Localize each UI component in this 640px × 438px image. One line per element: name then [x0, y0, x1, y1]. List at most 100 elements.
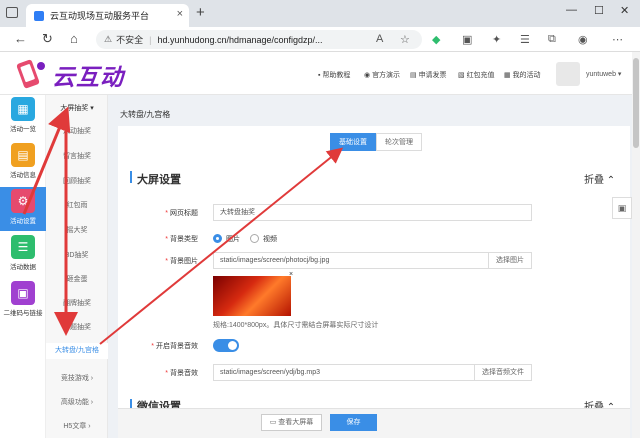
minimize-icon[interactable]: — [566, 4, 577, 16]
page-scrollbar[interactable] [632, 52, 640, 438]
new-tab-icon[interactable]: + [196, 4, 205, 21]
document-icon: ▤ [11, 143, 35, 167]
submenu-item-advanced[interactable]: 高级功能 › [46, 397, 108, 407]
url-bar[interactable]: ⚠ 不安全 | hd.yunhudong.cn/hdmanage/configd… [96, 30, 422, 49]
sub-menu: 大屏抽奖 ▾ 滚动抽奖 留言抽奖 回顾抽奖 红包雨 摇大奖 3D抽奖 砸金蛋 翻… [46, 95, 108, 438]
submenu-item[interactable]: 红包雨 [46, 200, 108, 210]
database-icon: ☰ [11, 235, 35, 259]
submenu-item[interactable]: 回顾抽奖 [46, 176, 108, 186]
favicon-icon [34, 10, 44, 21]
sidebar-label: 活动信息 [10, 172, 36, 179]
favorites-icon[interactable]: ☰ [520, 33, 530, 46]
radio-video-label[interactable]: 视频 [263, 234, 277, 244]
shield-extension-icon[interactable]: ◆ [432, 33, 440, 46]
bg-image-path-input[interactable]: static/images/screen/photocj/bg.jpg [213, 252, 489, 269]
music-toggle-switch[interactable] [213, 339, 239, 352]
image-size-hint: 规格:1400*800px。具体尺寸需结合屏幕实际尺寸设计 [213, 322, 379, 329]
browser-tab[interactable]: 云互动现场互动服务平台 × [26, 4, 189, 27]
address-toolbar: ← ↻ ⌂ ⚠ 不安全 | hd.yunhudong.cn/hdmanage/c… [0, 27, 640, 52]
page-title-input[interactable]: 大转盘抽奖 [213, 204, 532, 221]
breadcrumb: 大转盘/九宫格 [120, 110, 171, 119]
side-qrcode-icon[interactable]: ▣ [612, 197, 632, 219]
bg-image-preview [213, 276, 291, 316]
sidebar-item-activity-info[interactable]: ▤ 活动信息 [0, 141, 46, 185]
grid-icon: ▦ [11, 97, 35, 121]
chevron-up-icon: ⌃ [606, 175, 616, 186]
reload-icon[interactable]: ↻ [42, 31, 53, 47]
scrollbar-thumb[interactable] [633, 58, 639, 148]
settings-panel [118, 126, 630, 438]
tab-title: 云互动现场互动服务平台 [50, 11, 150, 21]
submenu-item[interactable]: 砸金蛋 [46, 274, 108, 284]
radio-image[interactable] [213, 234, 222, 243]
bg-type-label: * 背景类型 [165, 236, 198, 243]
puzzle-icon[interactable]: ✦ [492, 33, 501, 46]
sidebar-label: 二维码与链接 [3, 310, 43, 317]
close-tab-icon[interactable]: × [177, 8, 183, 20]
save-button[interactable]: 保存 [330, 414, 377, 431]
nav-recharge[interactable]: ▧ 红包充值 [458, 70, 495, 80]
tab-round-management[interactable]: 轮次管理 [376, 133, 422, 151]
submenu-item-h5-article[interactable]: H5文章 › [46, 421, 108, 431]
profile-icon[interactable]: ◉ [578, 33, 588, 46]
browser-tab-bar: 云互动现场互动服务平台 × + — ☐ ✕ [0, 0, 640, 27]
choose-audio-button[interactable]: 选择音频文件 [474, 364, 532, 381]
avatar[interactable] [556, 62, 580, 86]
sidebar-label: 活动一览 [10, 126, 36, 133]
url-separator: | [149, 34, 152, 45]
nav-demo[interactable]: ◉ 官方演示 [364, 70, 400, 80]
more-menu-icon[interactable]: ⋯ [612, 33, 623, 46]
submenu-group-big-screen-lottery[interactable]: 大屏抽奖 ▾ [46, 103, 108, 113]
submenu-item-wheel-grid[interactable]: 大转盘/九宫格 [46, 343, 108, 359]
close-window-icon[interactable]: ✕ [620, 4, 629, 17]
sidebar-item-qrcode[interactable]: ▣ 二维码与链接 [0, 279, 46, 323]
settings-tabs: 基础设置 轮次管理 [330, 133, 422, 151]
bg-image-label: * 背景图片 [165, 258, 198, 265]
nav-my-activities[interactable]: ▦ 我的活动 [504, 70, 541, 80]
collections-icon[interactable]: ⧉ [548, 33, 556, 46]
music-path-input[interactable]: static/images/screen/ydj/bg.mp3 [213, 364, 475, 381]
choose-image-button[interactable]: 选择图片 [488, 252, 532, 269]
not-secure-label: 不安全 [116, 35, 144, 45]
radio-video[interactable] [250, 234, 259, 243]
tab-actions-icon[interactable] [6, 7, 18, 18]
sidebar-label: 活动数据 [10, 264, 36, 271]
music-toggle-label: * 开启背景音效 [151, 343, 198, 350]
submenu-item[interactable]: 滚动抽奖 [46, 126, 108, 136]
username[interactable]: yuntuweb ▾ [586, 70, 621, 78]
qrcode-icon: ▣ [11, 281, 35, 305]
sidebar-item-activity-settings[interactable]: ⚙ 活动设置 [0, 187, 46, 231]
back-icon[interactable]: ← [14, 31, 27, 47]
section-title-screen: 大屏设置 [137, 174, 181, 186]
sidebar-item-activity-list[interactable]: ▦ 活动一览 [0, 95, 46, 139]
nav-invoice[interactable]: ▤ 申请发票 [410, 70, 447, 80]
preview-screen-button[interactable]: ▭ 查看大屏幕 [261, 414, 322, 431]
main-sidebar: ▦ 活动一览 ▤ 活动信息 ⚙ 活动设置 ☰ 活动数据 ▣ 二维码与链接 [0, 95, 46, 438]
extension-icon[interactable]: ▣ [462, 33, 472, 46]
submenu-item-competitive-games[interactable]: 竞技游戏 › [46, 373, 108, 383]
submenu-item[interactable]: 摇大奖 [46, 225, 108, 235]
radio-image-label[interactable]: 图片 [226, 234, 240, 244]
toggle-knob [228, 341, 237, 350]
section-accent-bar [130, 171, 132, 183]
warning-icon: ⚠ [104, 34, 113, 44]
fold-toggle-screen[interactable]: 折叠 ⌃ [584, 171, 615, 186]
submenu-item[interactable]: 翻牌抽奖 [46, 298, 108, 308]
url-text: hd.yunhudong.cn/hdmanage/configdzp/... [157, 34, 323, 45]
read-aloud-icon[interactable]: A [376, 33, 383, 45]
logo-phone-icon [16, 59, 45, 89]
site-logo-text[interactable]: 云互动 [52, 58, 124, 92]
tab-basic-settings[interactable]: 基础设置 [330, 133, 376, 151]
nav-help[interactable]: ▪ 帮助教程 [318, 70, 350, 80]
home-icon[interactable]: ⌂ [70, 31, 78, 47]
page-title-label: * 网页标题 [165, 210, 198, 217]
monitor-icon: ▭ [269, 419, 277, 426]
submenu-item[interactable]: 3D抽奖 [46, 250, 108, 260]
sidebar-item-activity-data[interactable]: ☰ 活动数据 [0, 233, 46, 277]
submenu-item[interactable]: 留言抽奖 [46, 151, 108, 161]
music-label: * 背景音效 [165, 370, 198, 377]
favorite-star-icon[interactable]: ☆ [400, 33, 410, 46]
maximize-icon[interactable]: ☐ [594, 4, 604, 17]
submenu-item[interactable]: 答题抽奖 [46, 322, 108, 332]
remove-image-icon[interactable]: × [289, 271, 293, 278]
